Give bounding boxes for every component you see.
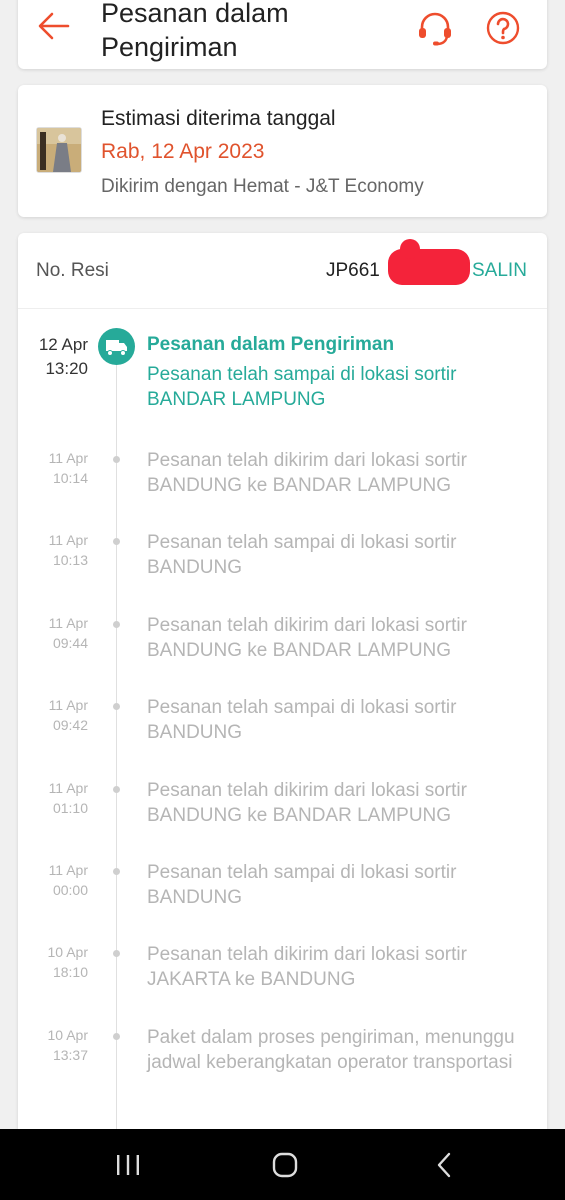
timeline-dot bbox=[113, 786, 120, 793]
timeline-dot bbox=[113, 868, 120, 875]
home-icon bbox=[272, 1152, 298, 1178]
event-time: 10:14 bbox=[52, 470, 88, 486]
event-time: 00:00 bbox=[52, 882, 88, 898]
event-time: 13:20 bbox=[45, 359, 88, 378]
event-date: 11 Apr bbox=[48, 615, 88, 631]
event-date: 10 Apr bbox=[47, 1027, 88, 1043]
tracking-number-value: JP661 bbox=[326, 260, 380, 281]
copy-button[interactable]: SALIN bbox=[472, 260, 527, 282]
event-date: 11 Apr bbox=[48, 862, 88, 878]
event-date: 11 Apr bbox=[48, 532, 88, 548]
estimate-date: Rab, 12 Apr 2023 bbox=[101, 140, 265, 163]
event-date: 11 Apr bbox=[48, 450, 88, 466]
recent-apps-icon bbox=[117, 1155, 139, 1175]
event-time: 09:42 bbox=[52, 717, 88, 733]
product-thumbnail bbox=[36, 127, 82, 173]
timeline-dot bbox=[113, 456, 120, 463]
event-time: 09:44 bbox=[52, 635, 88, 651]
chevron-left-icon bbox=[437, 1152, 451, 1178]
support-button[interactable] bbox=[416, 10, 454, 48]
event-time: 18:10 bbox=[52, 964, 88, 980]
help-button[interactable] bbox=[485, 10, 521, 46]
page-title: Pesanan dalam Pengiriman bbox=[101, 0, 289, 62]
app-header: Pesanan dalam Pengiriman bbox=[18, 0, 547, 69]
timeline-dot bbox=[113, 950, 120, 957]
event-description: Pesanan telah dikirim dari lokasi sortir… bbox=[147, 450, 467, 496]
event-description: Pesanan telah dikirim dari lokasi sortir… bbox=[147, 615, 467, 661]
event-description: Pesanan telah dikirim dari lokasi sortir… bbox=[147, 780, 467, 826]
headset-icon bbox=[419, 12, 451, 46]
estimate-title: Estimasi diterima tanggal bbox=[101, 107, 336, 130]
question-circle-icon bbox=[486, 11, 520, 45]
arrow-left-icon bbox=[38, 12, 70, 40]
system-back-button[interactable] bbox=[434, 1151, 454, 1179]
redaction-mark bbox=[388, 249, 470, 285]
courier-info: Dikirim dengan Hemat - J&T Economy bbox=[101, 176, 424, 197]
timeline-line bbox=[116, 355, 117, 1175]
event-date: 10 Apr bbox=[47, 944, 88, 960]
event-date: 11 Apr bbox=[48, 780, 88, 796]
delivery-estimate-card[interactable]: Estimasi diterima tanggal Rab, 12 Apr 20… bbox=[18, 85, 547, 217]
timeline-dot bbox=[113, 703, 120, 710]
tracking-number-row: No. Resi JP661 SALIN bbox=[18, 233, 547, 309]
event-description: Pesanan telah sampai di lokasi sortir BA… bbox=[147, 862, 457, 908]
tracking-card: No. Resi JP661 SALIN 12 Apr 13:20 Pesana… bbox=[18, 233, 547, 1175]
event-description: Pesanan telah sampai di lokasi sortir BA… bbox=[147, 364, 457, 410]
status-marker bbox=[98, 328, 135, 365]
event-date: 11 Apr bbox=[48, 697, 88, 713]
event-description: Pesanan telah dikirim dari lokasi sortir… bbox=[147, 944, 467, 990]
event-time: 13:37 bbox=[52, 1047, 88, 1063]
redaction-mark bbox=[400, 239, 420, 259]
event-date: 12 Apr bbox=[38, 335, 88, 354]
recent-apps-button[interactable] bbox=[116, 1154, 140, 1176]
event-time: 01:10 bbox=[52, 800, 88, 816]
event-time: 10:13 bbox=[52, 552, 88, 568]
system-navigation-bar bbox=[0, 1129, 565, 1200]
event-title: Pesanan dalam Pengiriman bbox=[147, 334, 395, 355]
tracking-number-label: No. Resi bbox=[36, 260, 109, 281]
event-description: Pesanan telah sampai di lokasi sortir BA… bbox=[147, 697, 457, 743]
timeline-dot bbox=[113, 1033, 120, 1040]
timeline-dot bbox=[113, 621, 120, 628]
event-description: Paket dalam proses pengiriman, menunggu … bbox=[147, 1027, 515, 1073]
timeline-dot bbox=[113, 538, 120, 545]
event-description: Pesanan telah sampai di lokasi sortir BA… bbox=[147, 532, 457, 578]
home-button[interactable] bbox=[271, 1151, 299, 1179]
back-button[interactable] bbox=[36, 8, 72, 44]
truck-icon bbox=[106, 340, 127, 356]
